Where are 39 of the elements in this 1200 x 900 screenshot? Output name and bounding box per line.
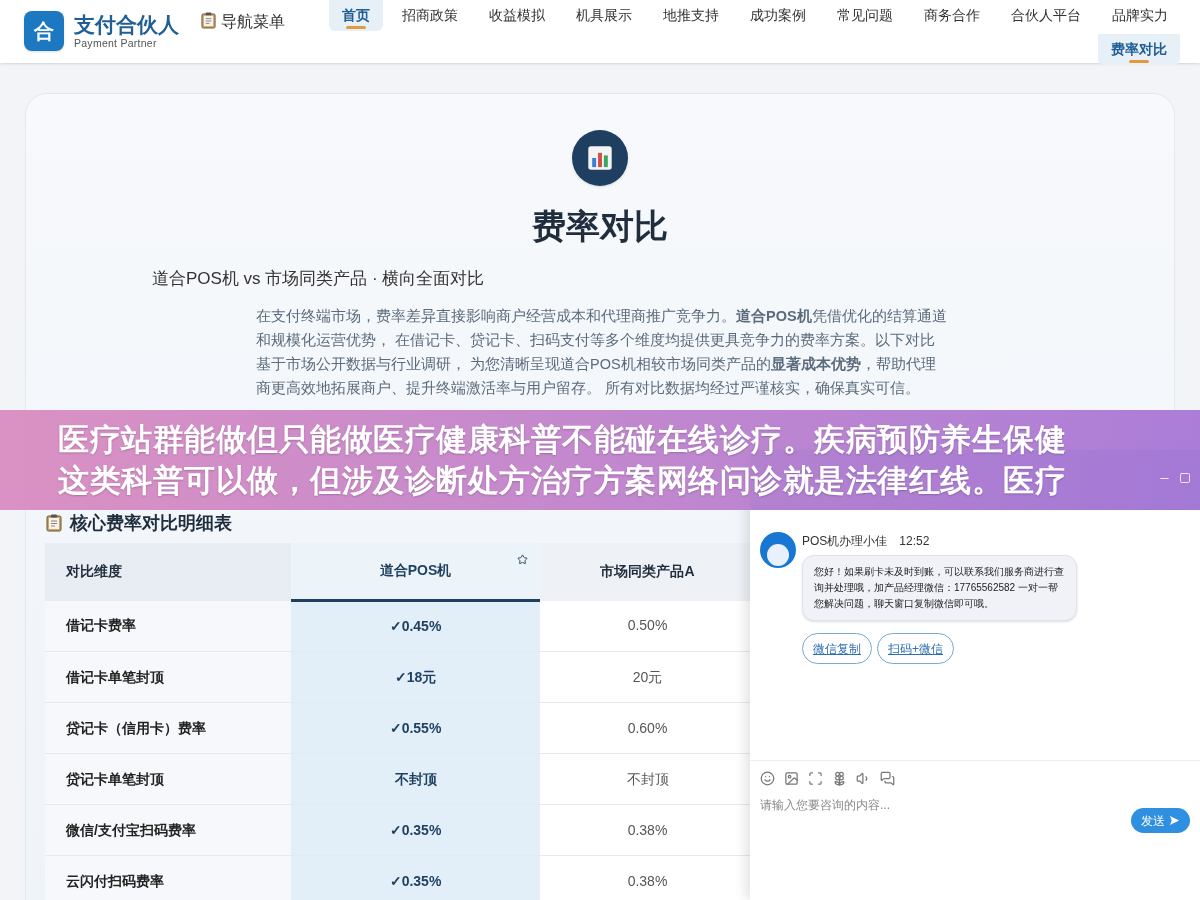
message-time: 12:52 (899, 533, 930, 550)
table-cell: 贷记卡单笔封顶 (45, 753, 291, 805)
logo-icon: 合 (24, 11, 64, 51)
column-header: 对比维度 (45, 542, 291, 601)
brand-tagline: Payment Partner (74, 37, 158, 49)
table-cell: ✓0.45% (291, 600, 540, 652)
message-bubble: 您好！如果刷卡未及时到账，可以联系我们服务商进行查询并处理哦，加产品经理微信：17765562582 一对一帮您解决问题，聊天窗口复制微信即可哦。 (802, 555, 1077, 621)
nav-tab[interactable]: 地推支持 (651, 0, 731, 31)
column-header: 道合POS机 (291, 542, 540, 601)
table-cell: 借记卡单笔封顶 (45, 651, 291, 703)
table-cell: ✓0.55% (291, 702, 540, 754)
table-cell: 微信/支付宝扫码费率 (45, 804, 291, 856)
table-title-text: 核心费率对比明细表 (70, 511, 232, 535)
table-cell: ✓0.35% (291, 855, 540, 900)
nav-tab[interactable]: 成功案例 (738, 0, 818, 31)
banner-text: 这类科普可以做，但涉及诊断处方治疗方案网络问诊就是法律红线。医疗 (58, 462, 1066, 500)
agent-name: POS机办理小佳 (802, 533, 888, 550)
table-cell: 不封顶 (291, 753, 540, 805)
table-cell: 借记卡费率 (45, 600, 291, 652)
brand-name: 支付合伙人 (74, 13, 179, 37)
nav-tab[interactable]: 常见问题 (825, 0, 905, 31)
nav-tab[interactable]: 收益模拟 (477, 0, 557, 31)
nav-tab[interactable]: 招商政策 (390, 0, 470, 31)
table-cell: 云闪付扫码费率 (45, 855, 291, 900)
banner-text: 医疗站群能做但只能做医疗健康科普不能碰在线诊疗。疾病预防养生保健 (58, 421, 1066, 459)
section-subtitle: 道合POS机 vs 市场同类产品 · 横向全面对比 (152, 268, 486, 290)
table-cell: ✓0.35% (291, 804, 540, 856)
section-title: 费率对比 (532, 206, 668, 247)
nav-tab[interactable]: 品牌实力 (1100, 0, 1180, 31)
nav-tab[interactable]: 合伙人平台 (999, 0, 1093, 31)
nav-tab[interactable]: 商务合作 (912, 0, 992, 31)
table-cell: 贷记卡（信用卡）费率 (45, 702, 291, 754)
nav-tab[interactable]: 机具展示 (564, 0, 644, 31)
intro-paragraph: 在支付终端市场，费率差异直接影响商户经营成本和代理商推广竞争力。道合POS机凭借优化的结算通道和规模化运营优势， 在借记卡、贷记卡、扫码支付等多个维度均提供更具竞争力的费率方案。以下对比基于市场公开数据与行业调研， 为您清晰呈现道合POS机相较市场同类产品的显著成本优势，帮助代理商更高效地拓展商户、提升终端激活率与用户留存。 所有对比数据均经过严谨核实，确保真实可信。 (256, 306, 948, 398)
menu-toggle[interactable]: 导航菜单 (201, 8, 291, 36)
nav-tab[interactable]: 首页 (329, 0, 383, 31)
message-input[interactable]: 请输入您要咨询的内容... (760, 796, 1131, 814)
nav-tab[interactable]: 费率对比 (1098, 34, 1180, 65)
table-cell: ✓18元 (291, 651, 540, 703)
